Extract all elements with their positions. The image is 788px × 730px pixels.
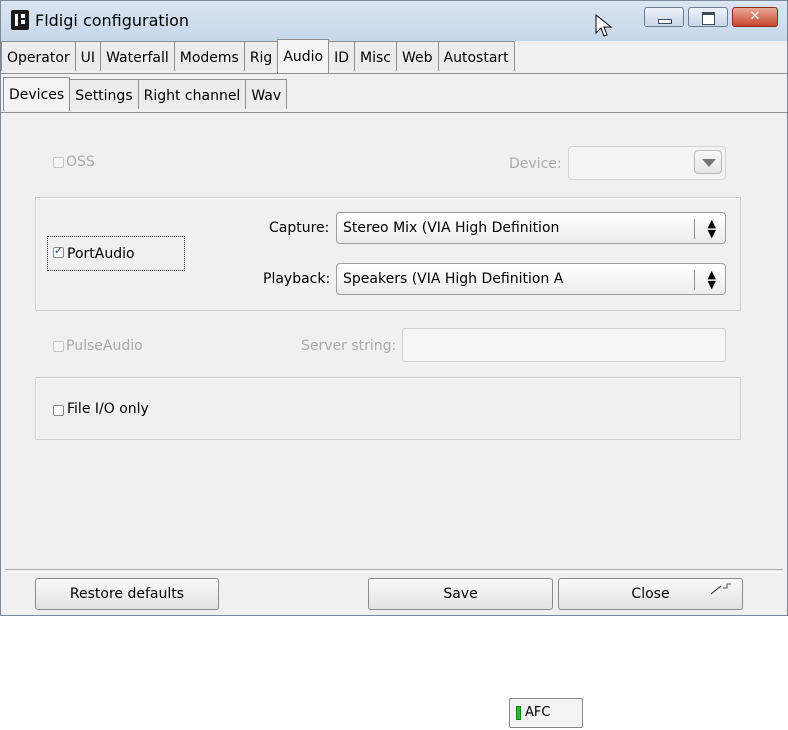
close-window-button[interactable]: ✕: [732, 7, 778, 27]
portaudio-label: PortAudio: [67, 246, 135, 262]
tab-modems[interactable]: Modems: [173, 41, 245, 71]
sub-tabs: Devices Settings Right channel Wav: [3, 77, 288, 111]
afc-button[interactable]: AFC: [509, 698, 583, 728]
oss-checkbox[interactable]: [53, 157, 64, 168]
restore-defaults-button[interactable]: Restore defaults: [35, 578, 219, 610]
window-title: Fldigi configuration: [35, 11, 190, 30]
file-io-checkbox[interactable]: [53, 405, 64, 416]
tab-waterfall[interactable]: Waterfall: [100, 41, 175, 71]
tab-rig[interactable]: Rig: [243, 41, 279, 71]
save-button[interactable]: Save: [368, 578, 553, 610]
file-io-label: File I/O only: [67, 401, 149, 417]
tab-misc[interactable]: Misc: [354, 41, 398, 71]
updown-arrows-icon: ▲ ▼: [707, 268, 716, 291]
playback-select[interactable]: Speakers (VIA High Definition A ▲ ▼: [336, 263, 726, 295]
afc-label: AFC: [525, 705, 551, 720]
capture-select[interactable]: Stereo Mix (VIA High Definition ▲ ▼: [336, 212, 726, 244]
maximize-button[interactable]: [688, 7, 728, 27]
playback-value: Speakers (VIA High Definition A: [343, 271, 564, 287]
maximize-icon: [702, 12, 715, 25]
portaudio-checkbox[interactable]: [53, 244, 64, 258]
minimize-icon: [658, 19, 672, 24]
device-label: Device:: [509, 156, 562, 172]
mouse-pointer-icon: [595, 14, 613, 37]
capture-value: Stereo Mix (VIA High Definition: [343, 220, 560, 236]
title-bar[interactable]: Fldigi configuration ✕: [1, 1, 787, 41]
resize-grip-icon[interactable]: [709, 583, 733, 595]
tab-wav[interactable]: Wav: [245, 79, 288, 109]
server-string-input[interactable]: [402, 328, 726, 362]
oss-label: OSS: [66, 154, 95, 170]
fldigi-app-icon: [11, 10, 29, 30]
config-window: Fldigi configuration ✕ Operator UI Water…: [0, 0, 788, 616]
tab-audio[interactable]: Audio: [277, 39, 330, 73]
tab-id[interactable]: ID: [328, 41, 356, 71]
tab-autostart[interactable]: Autostart: [437, 41, 515, 71]
select-separator: [694, 219, 695, 239]
chevron-down-icon[interactable]: [694, 150, 722, 174]
select-separator: [694, 270, 695, 290]
main-tabs-divider: [1, 73, 787, 74]
close-icon: ✕: [749, 9, 761, 24]
pulseaudio-label: PulseAudio: [66, 338, 143, 354]
afc-led-indicator: [516, 706, 521, 720]
capture-label: Capture:: [269, 220, 330, 236]
updown-arrows-icon: ▲ ▼: [707, 217, 716, 240]
playback-label: Playback:: [263, 271, 331, 287]
tab-operator[interactable]: Operator: [1, 41, 76, 71]
oss-device-select[interactable]: [568, 146, 726, 180]
footer-divider: [5, 569, 783, 573]
tab-right-channel[interactable]: Right channel: [137, 79, 247, 109]
main-tabs: Operator UI Waterfall Modems Rig Audio I…: [1, 39, 515, 73]
tab-settings[interactable]: Settings: [69, 79, 139, 109]
server-string-label: Server string:: [301, 338, 397, 354]
tab-web[interactable]: Web: [396, 41, 439, 71]
pulseaudio-checkbox[interactable]: [53, 341, 64, 352]
tab-ui[interactable]: UI: [74, 41, 102, 71]
tab-devices[interactable]: Devices: [3, 77, 71, 111]
minimize-button[interactable]: [644, 7, 684, 27]
